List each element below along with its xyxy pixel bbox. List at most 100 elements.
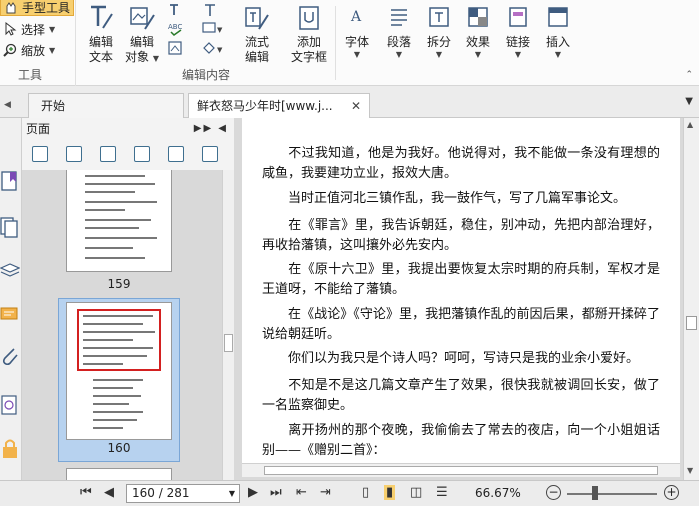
zoom-tool-button[interactable]: 缩放 ▼ [0, 41, 74, 59]
paragraph-button[interactable]: 段落 ▼ [384, 0, 414, 66]
paragraph: 当时正值河北三镇作乱，我一鼓作气，写了几篇军事论文。 [242, 189, 680, 209]
edit-content-group-label: 编辑内容 [181, 68, 230, 82]
align-icon[interactable]: ▼ [202, 20, 223, 36]
next-view-icon[interactable]: ⇥ [320, 485, 331, 500]
close-icon[interactable]: ✕ [351, 94, 361, 118]
effects-icon [465, 4, 491, 32]
spellcheck-icon[interactable]: ABC [168, 20, 184, 36]
chevron-left-icon[interactable]: ◀ [4, 100, 11, 110]
paragraph: 在《战论》《守论》里，我把藩镇作乱的前因后果，都掰开揉碎了说给朝廷听。 [242, 305, 680, 345]
paragraph-text: 离开扬州的那个夜晚，我偷偷去了常去的夜店，向一个小姐姐话别——《赠别二首》： [262, 423, 660, 458]
hand-icon [3, 0, 19, 14]
add-textbox-button[interactable]: 添加 文字框 [288, 0, 330, 66]
edit-object-label-1: 编辑 [129, 35, 154, 49]
flow-edit-button[interactable]: 流式 编辑 [240, 0, 274, 66]
paragraph: 不过我知道，他是为我好。他说得对，我不能做一条没有理想的咸鱼，我要建功立业，报效… [242, 144, 680, 184]
ribbon-collapse-icon[interactable]: ⌃ [685, 70, 693, 80]
paragraph: 不知是不是这几篇文章产生了效果，很快我就被调回长安，做了一名监察御史。 [242, 376, 680, 416]
panel-scrollbar[interactable] [222, 170, 234, 480]
thumbnail-page[interactable] [66, 468, 172, 480]
edit-object-icon [129, 4, 155, 32]
thumbnail-page-selected[interactable] [66, 302, 172, 440]
bookmark-icon[interactable] [0, 168, 20, 194]
paragraph: 你们以为我只是个诗人吗？呵呵，写诗只是我的业余小爱好。 [242, 349, 680, 369]
chevron-down-icon: ▼ [49, 24, 56, 34]
paragraph-text: 当时正值河北三镇作乱，我一鼓作气，写了几篇军事论文。 [288, 191, 627, 206]
shape-icon[interactable]: ▼ [202, 40, 223, 56]
zoom-slider[interactable] [567, 493, 657, 495]
zoom-out-icon[interactable]: − [546, 485, 561, 500]
horizontal-scrollbar[interactable] [242, 463, 680, 477]
extract-page-icon[interactable] [134, 146, 150, 162]
vertical-scroll-thumb[interactable] [686, 316, 697, 330]
horizontal-scroll-thumb[interactable] [264, 466, 658, 475]
tab-start[interactable]: 开始 [28, 93, 184, 118]
tab-document[interactable]: 鲜衣怒马少年时[www.j... ✕ [188, 93, 370, 118]
pages-icon[interactable] [0, 214, 20, 240]
hand-tool-button[interactable]: 手型工具 [0, 0, 74, 16]
panel-title: 页面 [26, 122, 51, 136]
edit-object-button[interactable]: 编辑 对象 ▼ [124, 0, 160, 66]
vertical-scrollbar[interactable]: ▲ ▼ [683, 118, 699, 480]
previous-page-icon[interactable]: ◀ [104, 485, 114, 500]
edit-text-button[interactable]: 编辑 文本 [84, 0, 118, 66]
chevron-down-icon: ▼ [152, 54, 159, 63]
thumbnail-page[interactable] [66, 170, 172, 272]
facing-view-icon[interactable]: ◫ [410, 485, 422, 500]
insert-button[interactable]: 插入 ▼ [543, 0, 573, 66]
insert-icon [545, 4, 571, 32]
zoom-slider-handle[interactable] [592, 486, 598, 500]
edit-text-label-1: 编辑 [88, 35, 113, 49]
link-label: 链接 [505, 35, 530, 49]
zoom-level[interactable]: 66.67% [475, 486, 521, 500]
panel-header: 页面 ▶▶ ◀ [22, 118, 234, 140]
rotate-page-icon[interactable] [100, 146, 116, 162]
zoom-in-icon[interactable]: + [664, 485, 679, 500]
zoom-in-thumbnail-icon[interactable] [32, 146, 48, 162]
document-page[interactable]: 不过我知道，他是为我好。他说得对，我不能做一条没有理想的咸鱼，我要建功立业，报效… [242, 118, 680, 463]
scroll-up-icon[interactable]: ▲ [687, 120, 693, 129]
font-button[interactable]: A 字体 ▼ [342, 0, 372, 66]
cursor-icon [2, 21, 18, 36]
select-tool-button[interactable]: 选择 ▼ [0, 20, 74, 38]
chevron-down-icon[interactable]: ▼ [229, 485, 235, 502]
comments-icon[interactable] [0, 302, 20, 328]
first-page-icon[interactable]: ⏮ [80, 485, 92, 500]
continuous-facing-view-icon[interactable]: ☰ [436, 485, 448, 500]
lock-icon[interactable] [0, 436, 20, 462]
single-page-view-icon[interactable]: ▯ [362, 485, 369, 500]
paragraph-label: 段落 [386, 35, 411, 49]
page-number-input[interactable]: 160 / 281 ▼ [126, 484, 240, 503]
paragraph-text: 在《原十六卫》里，我提出要恢复太宗时期的府兵制，军权才是王道呀，不能给了藩镇。 [262, 262, 660, 297]
effects-button[interactable]: 效果 ▼ [463, 0, 493, 66]
text-frame-icon[interactable] [202, 2, 218, 18]
image-edit-icon[interactable] [168, 40, 184, 56]
last-page-icon[interactable]: ⏭ [270, 485, 282, 500]
link-button[interactable]: 链接 ▼ [503, 0, 533, 66]
chevron-down-icon: ▼ [395, 50, 403, 59]
chevron-down-icon: ▼ [514, 50, 522, 59]
panel-collapse-icon[interactable]: ▶▶ ◀ [194, 118, 228, 140]
chevron-down-icon: ▼ [554, 50, 562, 59]
tab-list-dropdown-icon[interactable]: ▼ [685, 96, 693, 107]
next-page-icon[interactable]: ▶ [248, 485, 258, 500]
zoom-out-thumbnail-icon[interactable] [66, 146, 82, 162]
zoom-icon [2, 43, 18, 57]
scroll-down-icon[interactable]: ▼ [687, 466, 693, 475]
chevron-down-icon: ▼ [435, 50, 443, 59]
split-label: 拆分 [426, 35, 451, 49]
paragraph-icon [386, 4, 412, 32]
svg-text:▼: ▼ [217, 46, 223, 54]
signature-icon[interactable] [0, 392, 20, 418]
attachment-icon[interactable] [0, 344, 20, 370]
split-button[interactable]: 拆分 ▼ [424, 0, 454, 66]
layers-icon[interactable] [0, 258, 21, 284]
delete-page-icon[interactable] [202, 146, 218, 162]
continuous-view-icon[interactable]: ▮ [384, 485, 396, 500]
previous-view-icon[interactable]: ⇤ [296, 485, 307, 500]
insert-page-icon[interactable] [168, 146, 184, 162]
ribbon-separator [335, 6, 336, 80]
text-format-icon[interactable] [168, 2, 184, 18]
paragraph-text: 不知是不是这几篇文章产生了效果，很快我就被调回长安，做了一名监察御史。 [262, 378, 660, 413]
panel-scroll-thumb[interactable] [224, 334, 233, 352]
